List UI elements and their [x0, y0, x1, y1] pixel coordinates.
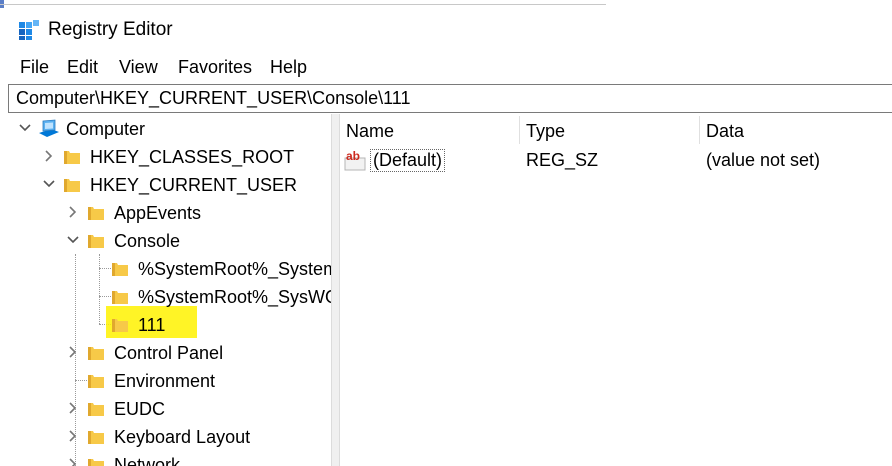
tree-label: %SystemRoot%_SysWOW	[138, 287, 331, 307]
menu-bar: File Edit View Favorites Help	[0, 52, 892, 82]
value-type: REG_SZ	[526, 150, 599, 170]
tree-label: Network	[114, 455, 181, 466]
tree-item-hkey-current-user[interactable]: HKEY_CURRENT_USER	[0, 171, 331, 199]
key-tree[interactable]: Computer HKEY_CLASSES_ROOT HKEY_CURRENT_…	[0, 114, 331, 466]
computer-icon	[39, 119, 59, 137]
chevron-right-icon[interactable]	[42, 149, 56, 163]
chevron-right-icon[interactable]	[66, 457, 80, 466]
tree-label: %SystemRoot%_System3	[138, 259, 331, 279]
tree-label: 111	[138, 315, 166, 335]
menu-view[interactable]: View	[117, 57, 160, 78]
chevron-down-icon[interactable]	[18, 121, 32, 135]
column-header-name[interactable]: Name	[340, 114, 520, 146]
folder-icon	[88, 459, 104, 466]
column-label: Name	[346, 121, 395, 141]
string-value-icon: ab	[344, 149, 366, 171]
tree-item-systemroot-syswow[interactable]: %SystemRoot%_SysWOW	[0, 283, 331, 311]
chevron-right-icon[interactable]	[66, 205, 80, 219]
folder-icon	[112, 319, 128, 332]
tree-item-console[interactable]: Console	[0, 227, 331, 255]
tree-label: Console	[114, 231, 181, 251]
svg-text:ab: ab	[346, 149, 360, 163]
tree-item-eudc[interactable]: EUDC	[0, 395, 331, 423]
chevron-down-icon[interactable]	[66, 233, 80, 247]
value-name: (Default)	[370, 149, 446, 172]
tree-item-appevents[interactable]: AppEvents	[0, 199, 331, 227]
chevron-right-icon[interactable]	[66, 429, 80, 443]
tree-label: HKEY_CURRENT_USER	[90, 175, 298, 195]
tree-item-computer[interactable]: Computer	[0, 115, 331, 143]
column-label: Data	[706, 121, 745, 141]
tree-item-control-panel[interactable]: Control Panel	[0, 339, 331, 367]
chevron-right-icon[interactable]	[66, 345, 80, 359]
tree-label: Computer	[66, 119, 146, 139]
tree-item-environment[interactable]: Environment	[0, 367, 331, 395]
folder-icon	[112, 263, 128, 276]
folder-icon	[88, 347, 104, 360]
tree-item-111[interactable]: 111	[0, 311, 331, 339]
folder-icon	[88, 403, 104, 416]
column-header-type[interactable]: Type	[520, 114, 700, 146]
window-edge-line	[0, 4, 606, 5]
tree-label: AppEvents	[114, 203, 202, 223]
tree-item-network[interactable]: Network	[0, 451, 331, 466]
address-bar[interactable]: Computer\HKEY_CURRENT_USER\Console\111	[8, 84, 892, 113]
menu-favorites[interactable]: Favorites	[176, 57, 254, 78]
folder-icon	[88, 235, 104, 248]
pane-splitter[interactable]	[331, 114, 340, 466]
tree-label: Keyboard Layout	[114, 427, 251, 447]
tree-label: Control Panel	[114, 343, 224, 363]
folder-icon	[88, 207, 104, 220]
tree-item-hkey-classes-root[interactable]: HKEY_CLASSES_ROOT	[0, 143, 331, 171]
value-row[interactable]: ab (Default) REG_SZ (value not set)	[340, 146, 892, 174]
menu-file[interactable]: File	[18, 57, 51, 78]
folder-icon	[64, 179, 80, 192]
column-header-data[interactable]: Data	[700, 114, 892, 146]
folder-icon	[64, 151, 80, 164]
folder-icon	[88, 431, 104, 444]
address-path: Computer\HKEY_CURRENT_USER\Console\111	[16, 88, 411, 108]
folder-icon	[112, 291, 128, 304]
tree-label: HKEY_CLASSES_ROOT	[90, 147, 295, 167]
value-data: (value not set)	[706, 150, 821, 170]
title-bar[interactable]: Registry Editor	[0, 8, 892, 52]
tree-label: Environment	[114, 371, 216, 391]
column-label: Type	[526, 121, 566, 141]
chevron-down-icon[interactable]	[42, 177, 56, 191]
menu-help[interactable]: Help	[268, 57, 309, 78]
registry-editor-icon	[19, 20, 39, 40]
menu-edit[interactable]: Edit	[65, 57, 100, 78]
folder-icon	[88, 375, 104, 388]
window-title: Registry Editor	[48, 19, 173, 40]
values-list[interactable]: Name Type Data ab (Default) REG_SZ (valu…	[340, 114, 892, 466]
tree-item-keyboard-layout[interactable]: Keyboard Layout	[0, 423, 331, 451]
tree-item-systemroot-system32[interactable]: %SystemRoot%_System3	[0, 255, 331, 283]
chevron-right-icon[interactable]	[66, 401, 80, 415]
tree-label: EUDC	[114, 399, 166, 419]
